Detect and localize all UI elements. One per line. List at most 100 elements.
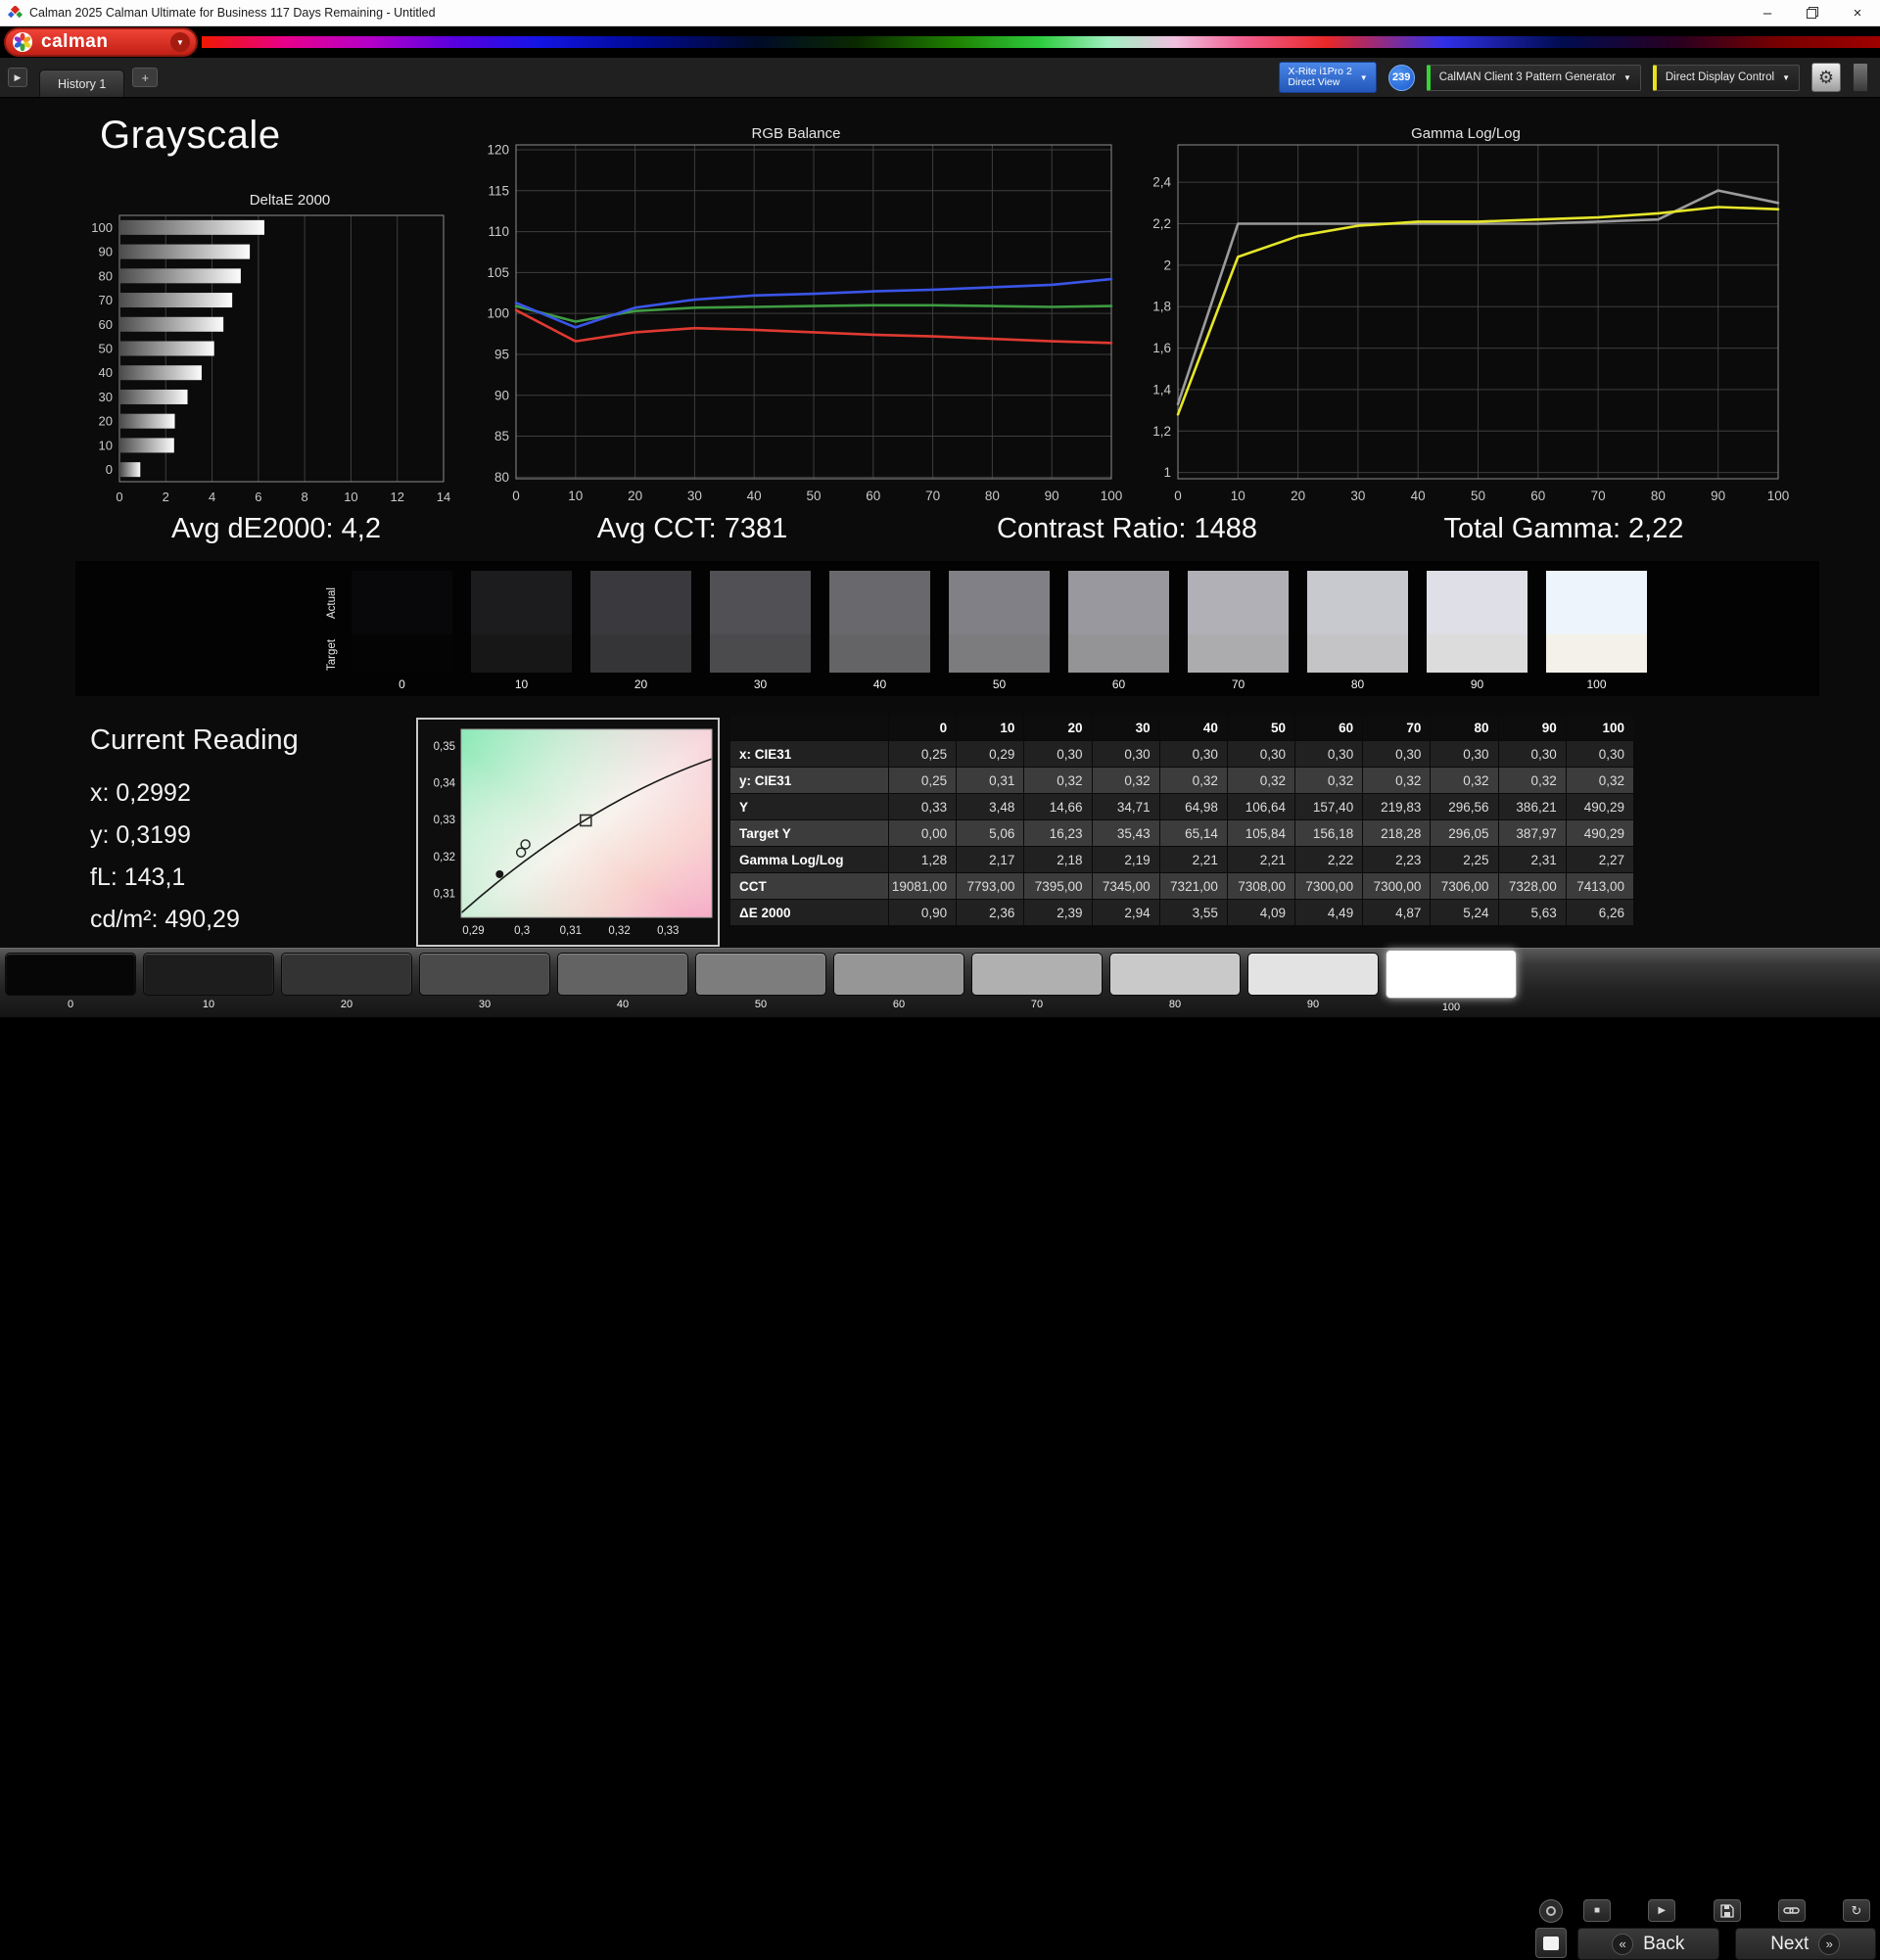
tab-history-1[interactable]: History 1 xyxy=(39,70,125,97)
reading-x: x: 0,2992 xyxy=(90,779,191,807)
save-button[interactable] xyxy=(1713,1899,1741,1922)
meter-count-badge[interactable]: 239 xyxy=(1387,64,1415,91)
close-button[interactable]: × xyxy=(1835,0,1880,25)
level-cell: 0 xyxy=(5,953,136,1013)
table-cell: 0,32 xyxy=(1023,767,1093,794)
svg-text:0,3: 0,3 xyxy=(514,925,530,937)
pattern-generator-dropdown[interactable]: CalMAN Client 3 Pattern Generator ▼ xyxy=(1426,64,1641,91)
svg-text:30: 30 xyxy=(99,390,113,404)
nav-arrow-button[interactable]: ▶ xyxy=(8,68,27,87)
refresh-icon: ↻ xyxy=(1851,1902,1862,1918)
swatch-target xyxy=(590,634,691,673)
svg-text:30: 30 xyxy=(1350,489,1365,503)
avg-de2000-stat: Avg dE2000: 4,2 xyxy=(171,513,381,544)
panel-edge-button[interactable] xyxy=(1853,63,1868,92)
grayscale-level-button-50[interactable] xyxy=(695,953,826,996)
svg-text:60: 60 xyxy=(99,317,113,332)
swatch-target xyxy=(1307,634,1408,673)
table-cell: 3,48 xyxy=(956,793,1025,820)
tabbar: ▶ History 1 + X-Rite i1Pro 2 Direct View… xyxy=(0,58,1880,98)
table-cell: 5,63 xyxy=(1497,899,1567,926)
table-col-header: 0 xyxy=(887,714,958,741)
table-cell: 0,30 xyxy=(1497,740,1567,768)
table-cell: 2,19 xyxy=(1091,846,1160,873)
table-cell: 0,30 xyxy=(1158,740,1228,768)
hardware-toolbar: X-Rite i1Pro 2 Direct View ▼ 239 CalMAN … xyxy=(1279,62,1868,93)
floppy-icon xyxy=(1719,1903,1734,1918)
svg-text:120: 120 xyxy=(487,143,509,158)
row-label: y: CIE31 xyxy=(729,767,889,794)
grayscale-swatch-0: 0 xyxy=(352,571,452,691)
svg-text:50: 50 xyxy=(806,489,821,503)
logo-row: calman ▼ xyxy=(0,26,1880,58)
grayscale-level-button-70[interactable] xyxy=(971,953,1103,996)
grayscale-level-button-100[interactable] xyxy=(1386,950,1517,999)
grayscale-level-button-10[interactable] xyxy=(143,953,274,996)
table-cell: 2,27 xyxy=(1565,846,1635,873)
logo-menu-button[interactable]: ▼ xyxy=(170,32,190,52)
table-cell: 0,29 xyxy=(956,740,1025,768)
grayscale-level-button-40[interactable] xyxy=(557,953,688,996)
play-button[interactable]: ▶ xyxy=(1648,1899,1676,1922)
pattern-generator-label: CalMAN Client 3 Pattern Generator xyxy=(1438,71,1616,83)
titlebar: Calman 2025 Calman Ultimate for Business… xyxy=(0,0,1880,26)
level-cell: 90 xyxy=(1247,953,1379,1013)
arrow-right-icon: ▶ xyxy=(14,71,22,82)
grayscale-level-button-30[interactable] xyxy=(419,953,550,996)
grayscale-level-button-80[interactable] xyxy=(1109,953,1241,996)
svg-text:0: 0 xyxy=(512,489,520,503)
rainbow-strip xyxy=(202,36,1880,48)
svg-text:100: 100 xyxy=(91,220,113,235)
grayscale-level-button-90[interactable] xyxy=(1247,953,1379,996)
calman-logo-button[interactable]: calman ▼ xyxy=(4,27,198,57)
table-cell: 2,21 xyxy=(1158,846,1228,873)
display-control-dropdown[interactable]: Direct Display Control ▼ xyxy=(1652,64,1800,91)
continuous-read-button[interactable]: ↻ xyxy=(1843,1899,1870,1922)
swatch-actual xyxy=(1546,571,1647,634)
svg-text:2: 2 xyxy=(1163,257,1171,272)
meter-target-button[interactable] xyxy=(1539,1899,1563,1923)
chevron-down-icon: ▼ xyxy=(1622,72,1631,82)
svg-text:80: 80 xyxy=(99,268,113,283)
meter-mode-label: Direct View xyxy=(1288,76,1340,88)
meter-dropdown[interactable]: X-Rite i1Pro 2 Direct View ▼ xyxy=(1279,62,1377,93)
deltae-chart: 0 2 4 6 8 10 12 141009080706050403020100 xyxy=(91,214,450,504)
grayscale-level-button-0[interactable] xyxy=(5,953,136,996)
swatch-level-label: 70 xyxy=(1231,677,1246,691)
table-cell: 2,31 xyxy=(1497,846,1567,873)
svg-text:2,2: 2,2 xyxy=(1152,216,1171,231)
pattern-window-button[interactable] xyxy=(1535,1928,1567,1958)
table-col-header: 10 xyxy=(956,714,1025,741)
table-col-header: 40 xyxy=(1158,714,1228,741)
grayscale-level-button-20[interactable] xyxy=(281,953,412,996)
back-button[interactable]: « Back xyxy=(1577,1928,1719,1960)
svg-text:0: 0 xyxy=(1174,489,1182,503)
svg-text:0: 0 xyxy=(116,490,122,504)
level-label: 30 xyxy=(478,999,492,1010)
svg-text:100: 100 xyxy=(1101,489,1123,503)
settings-gear-button[interactable]: ⚙ xyxy=(1811,63,1841,92)
stop-button[interactable]: ■ xyxy=(1583,1899,1611,1922)
svg-text:80: 80 xyxy=(494,470,509,485)
svg-text:80: 80 xyxy=(985,489,1000,503)
table-cell: 490,29 xyxy=(1565,819,1635,847)
minimize-button[interactable]: – xyxy=(1745,0,1790,25)
transport-controls: ■ ▶ ↻ « Back Next » xyxy=(1533,1899,1876,1960)
table-cell: 1,28 xyxy=(887,846,958,873)
svg-text:40: 40 xyxy=(747,489,762,503)
table-cell: 7300,00 xyxy=(1294,872,1364,900)
contrast-ratio-stat: Contrast Ratio: 1488 xyxy=(997,513,1257,544)
table-row: CCT 19081,00 7793,00 7395,00 7345,00 7321,00 7… xyxy=(729,872,1635,900)
link-button[interactable] xyxy=(1777,1899,1806,1922)
svg-text:1,4: 1,4 xyxy=(1152,382,1171,397)
table-cell: 16,23 xyxy=(1023,819,1093,847)
grayscale-level-button-60[interactable] xyxy=(833,953,964,996)
add-tab-button[interactable]: + xyxy=(132,68,159,87)
app-icon xyxy=(8,5,23,18)
svg-text:1: 1 xyxy=(1163,465,1171,480)
current-reading-panel: Current Reading x: 0,2992 y: 0,3199 fL: … xyxy=(90,724,299,941)
table-cell: 4,49 xyxy=(1294,899,1364,926)
next-button[interactable]: Next » xyxy=(1734,1928,1876,1960)
maximize-button[interactable] xyxy=(1790,0,1835,25)
swatch-actual xyxy=(471,571,572,634)
